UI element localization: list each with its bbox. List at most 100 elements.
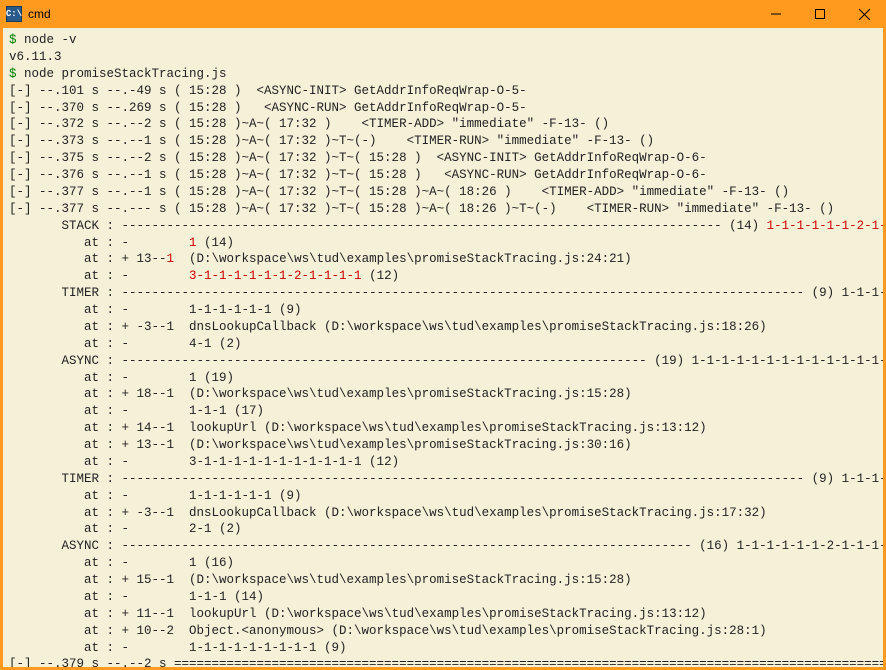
window-titlebar: C:\ cmd xyxy=(0,0,886,28)
stack-row-body: 1-1-1 (17) xyxy=(189,404,264,418)
stack-row-prefix: at : - xyxy=(9,556,189,570)
block-header-count: (19) xyxy=(647,354,692,368)
terminal-line: at : - 1-1-1-1-1-1 (9) xyxy=(9,302,877,319)
stack-row-body: lookupUrl (D:\workspace\ws\tud\examples\… xyxy=(189,421,707,435)
terminal-line: $ node promiseStackTracing.js xyxy=(9,66,877,83)
block-header-trail: 1-1-1-1-1-1-1-1-4 xyxy=(842,286,886,300)
close-icon xyxy=(859,9,870,20)
log-entry: [-] --.377 s --.--- s ( 15:28 )~A~( 17:3… xyxy=(9,202,834,216)
terminal-line: at : + 14--1 lookupUrl (D:\workspace\ws\… xyxy=(9,420,877,437)
titlebar-left: C:\ cmd xyxy=(6,6,51,22)
block-header-dashes: ----------------------------------------… xyxy=(122,472,805,486)
terminal-line: [-] --.101 s --.-49 s ( 15:28 ) <ASYNC-I… xyxy=(9,83,877,100)
stack-row-body: 1-1-1-1-1-1-1-1-1 (9) xyxy=(189,641,347,655)
terminal-line: [-] --.376 s --.--1 s ( 15:28 )~A~( 17:3… xyxy=(9,167,877,184)
terminal-output[interactable]: $ node -vv6.11.3 $ node promiseStackTraci… xyxy=(0,28,886,670)
terminal-line: [-] --.377 s --.--1 s ( 15:28 )~A~( 17:3… xyxy=(9,184,877,201)
stack-row-body: 1-1-1 (14) xyxy=(189,590,264,604)
terminal-line: at : + 18--1 (D:\workspace\ws\tud\exampl… xyxy=(9,386,877,403)
terminal-line: [-] --.375 s --.--2 s ( 15:28 )~A~( 17:3… xyxy=(9,150,877,167)
stack-row-body: 1-1-1-1-1-1 (9) xyxy=(189,489,302,503)
stack-row-body: 4-1 (2) xyxy=(189,337,242,351)
stack-row-body: 1 (19) xyxy=(189,371,234,385)
terminal-line: ASYNC : --------------------------------… xyxy=(9,353,877,370)
terminal-line: [-] --.379 s --.--2 s ==================… xyxy=(9,656,877,670)
stack-row-prefix: at : + 11--1 xyxy=(9,607,189,621)
stack-row-body: 3-1-1-1-1-1-1-2-1-1-1-1 xyxy=(189,269,362,283)
terminal-line: [-] --.373 s --.--1 s ( 15:28 )~A~( 17:3… xyxy=(9,133,877,150)
block-header-count: (9) xyxy=(804,286,842,300)
terminal-line: at : + -3--1 dnsLookupCallback (D:\works… xyxy=(9,505,877,522)
stack-row-body: lookupUrl (D:\workspace\ws\tud\examples\… xyxy=(189,607,707,621)
log-entry: [-] --.372 s --.--2 s ( 15:28 )~A~( 17:3… xyxy=(9,117,609,131)
stack-row-prefix: at : + 15--1 xyxy=(9,573,189,587)
stack-row-prefix: at : + -3--1 xyxy=(9,506,189,520)
stack-row-body: (D:\workspace\ws\tud\examples\promiseSta… xyxy=(189,387,632,401)
block-header-dashes: ----------------------------------------… xyxy=(122,219,722,233)
terminal-line: at : - 1 (19) xyxy=(9,370,877,387)
maximize-icon xyxy=(815,9,825,19)
stack-row-body: 3-1-1-1-1-1-1-1-1-1-1-1 (12) xyxy=(189,455,399,469)
stack-row-prefix: at : - xyxy=(9,455,189,469)
window-controls xyxy=(754,0,886,28)
terminal-line: TIMER : --------------------------------… xyxy=(9,471,877,488)
terminal-line: ASYNC : --------------------------------… xyxy=(9,538,877,555)
window-title: cmd xyxy=(28,7,51,21)
log-entry: [-] --.376 s --.--1 s ( 15:28 )~A~( 17:3… xyxy=(9,168,707,182)
block-header-dashes: ----------------------------------------… xyxy=(122,539,692,553)
terminal-line: at : - 4-1 (2) xyxy=(9,336,877,353)
command-output: v6.11.3 xyxy=(9,50,62,64)
block-header-label: TIMER : xyxy=(9,472,122,486)
stack-row-prefix: at : - xyxy=(9,404,189,418)
stack-row-prefix: at : - xyxy=(9,236,189,250)
minimize-button[interactable] xyxy=(754,0,798,28)
block-header-trail: 1-1-1-1-1-1-2-1-1-1-1-1-1-3 xyxy=(767,219,886,233)
terminal-line: at : - 3-1-1-1-1-1-1-1-1-1-1-1 (12) xyxy=(9,454,877,471)
terminal-line: $ node -v xyxy=(9,32,877,49)
app-icon: C:\ xyxy=(6,6,22,22)
stack-row-prefix: at : + 18--1 xyxy=(9,387,189,401)
stack-row-suffix: (14) xyxy=(197,236,235,250)
terminal-line: at : - 1 (14) xyxy=(9,235,877,252)
terminal-line: at : - 1-1-1 (14) xyxy=(9,589,877,606)
terminal-line: at : + 10--2 Object.<anonymous> (D:\work… xyxy=(9,623,877,640)
terminal-line: at : - 3-1-1-1-1-1-1-2-1-1-1-1 (12) xyxy=(9,268,877,285)
stack-row-prefix: at : + 10--2 xyxy=(9,624,189,638)
terminal-line: [-] --.377 s --.--- s ( 15:28 )~A~( 17:3… xyxy=(9,201,877,218)
terminal-line: at : + 13--1 (D:\workspace\ws\tud\exampl… xyxy=(9,437,877,454)
terminal-line: [-] --.370 s --.269 s ( 15:28 ) <ASYNC-R… xyxy=(9,100,877,117)
block-header-label: TIMER : xyxy=(9,286,122,300)
stack-row-prefix: at : - xyxy=(9,641,189,655)
block-header-label: ASYNC : xyxy=(9,354,122,368)
stack-row-prefix: at : + 13--1 xyxy=(9,438,189,452)
command-text: node promiseStackTracing.js xyxy=(24,67,227,81)
terminal-line: at : - 1-1-1 (17) xyxy=(9,403,877,420)
stack-row-prefix: at : - xyxy=(9,337,189,351)
block-header-dashes: ----------------------------------------… xyxy=(122,286,805,300)
log-entry: [-] --.375 s --.--2 s ( 15:28 )~A~( 17:3… xyxy=(9,151,707,165)
stack-row-suffix: (D:\workspace\ws\tud\examples\promiseSta… xyxy=(174,252,632,266)
stack-row-body: 2-1 (2) xyxy=(189,522,242,536)
stack-row-body: dnsLookupCallback (D:\workspace\ws\tud\e… xyxy=(189,320,767,334)
stack-row-prefix: at : - xyxy=(9,269,189,283)
stdout-divider: [-] --.379 s --.--2 s ==================… xyxy=(9,657,886,670)
block-header-trail: 1-1-1-1-1-1-1-1-1-1-1-1-1-1-1-1-1-1-3 xyxy=(692,354,886,368)
block-header-label: STACK : xyxy=(9,219,122,233)
log-entry: [-] --.370 s --.269 s ( 15:28 ) <ASYNC-R… xyxy=(9,101,527,115)
stack-row-body: 1 xyxy=(189,236,197,250)
block-header-trail: 1-1-1-1-1-1-2-1-1-1-1-1-1-1-1-1 xyxy=(737,539,886,553)
maximize-button[interactable] xyxy=(798,0,842,28)
terminal-line: at : - 2-1 (2) xyxy=(9,521,877,538)
stack-row-body: 1-1-1-1-1-1 (9) xyxy=(189,303,302,317)
log-entry: [-] --.101 s --.-49 s ( 15:28 ) <ASYNC-I… xyxy=(9,84,527,98)
terminal-line: at : + 15--1 (D:\workspace\ws\tud\exampl… xyxy=(9,572,877,589)
block-header-count: (14) xyxy=(722,219,767,233)
minimize-icon xyxy=(771,9,781,19)
terminal-line: at : + 11--1 lookupUrl (D:\workspace\ws\… xyxy=(9,606,877,623)
block-header-trail: 1-1-1-1-1-1-1-1-2 xyxy=(842,472,886,486)
block-header-dashes: ----------------------------------------… xyxy=(122,354,647,368)
terminal-line: STACK : --------------------------------… xyxy=(9,218,877,235)
block-header-label: ASYNC : xyxy=(9,539,122,553)
log-entry: [-] --.377 s --.--1 s ( 15:28 )~A~( 17:3… xyxy=(9,185,789,199)
close-button[interactable] xyxy=(842,0,886,28)
